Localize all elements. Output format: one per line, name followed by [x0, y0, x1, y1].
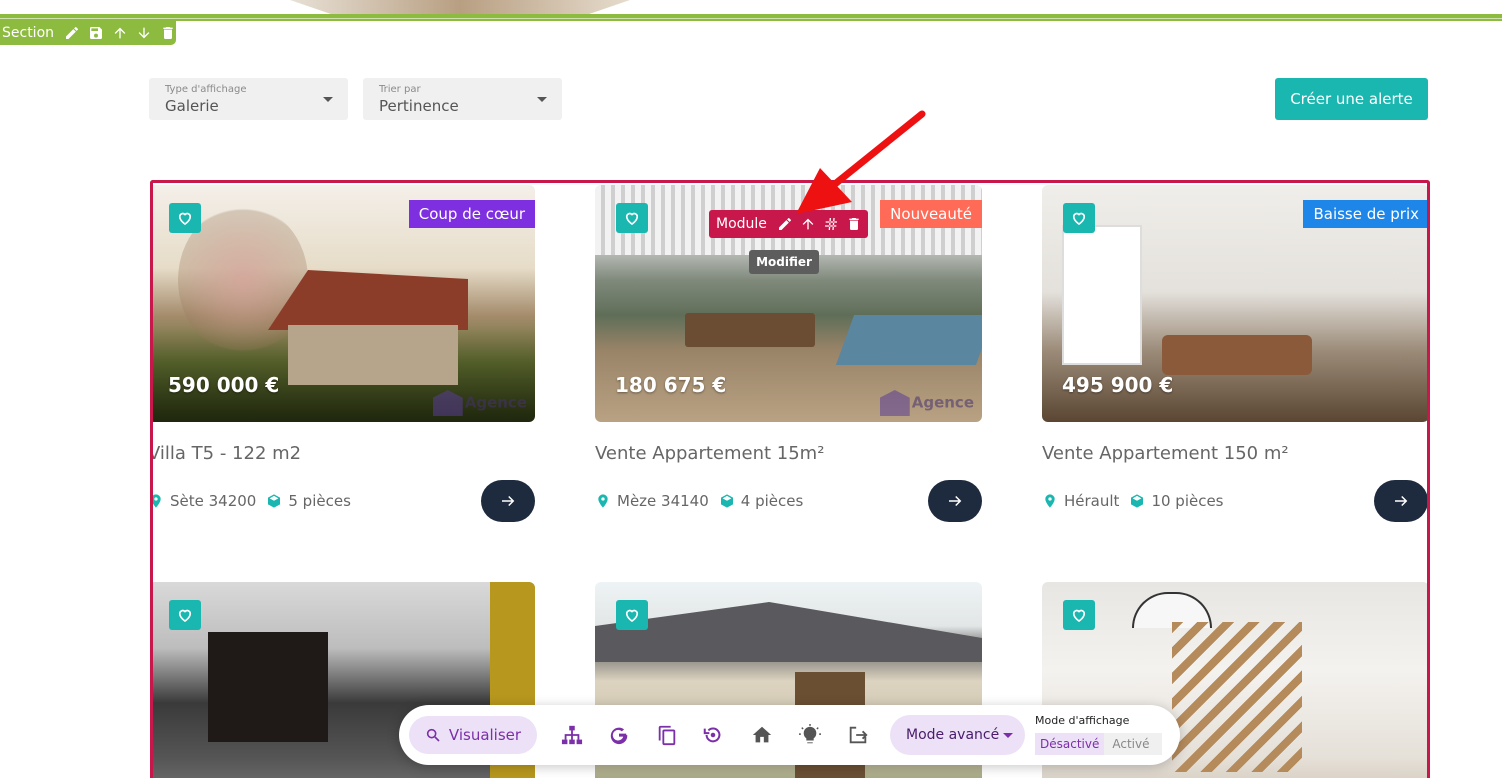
pencil-icon[interactable] [64, 25, 80, 41]
listing-location: Mèze 34140 [617, 492, 709, 510]
listing-location: Hérault [1064, 492, 1120, 510]
listing-image[interactable]: Coup de cœur 590 000 € Agence [153, 185, 535, 422]
display-mode-label: Mode d'affichage [1035, 714, 1130, 727]
arrow-right-icon [502, 495, 515, 507]
trash-icon[interactable] [160, 25, 176, 41]
listing-title[interactable]: Villa T5 - 122 m2 [153, 443, 301, 464]
listing-location: Sète 34200 [170, 492, 257, 510]
listing-rooms: 4 pièces [740, 492, 804, 510]
display-mode-toggle: Mode d'affichage Désactivé Activé [1035, 714, 1163, 755]
listing-meta: Mèze 34140 4 pièces [595, 490, 803, 512]
favorite-heart-icon[interactable] [169, 600, 201, 630]
chevron-down-icon [537, 97, 547, 102]
advanced-mode-dropdown[interactable]: Mode avancé [890, 715, 1025, 755]
favorite-heart-icon[interactable] [616, 203, 648, 233]
view-listing-button[interactable] [1374, 480, 1427, 522]
listing-price: 180 675 € [615, 373, 727, 397]
listing-meta: Hérault 10 pièces [1042, 490, 1224, 512]
section-toolbar: Section [0, 21, 176, 45]
listing-image[interactable]: Baisse de prix 495 900 € [1042, 185, 1427, 422]
arrow-up-icon[interactable] [112, 25, 128, 41]
agency-logo-icon [432, 390, 463, 416]
listing-badge: Coup de cœur [408, 200, 535, 228]
chevron-down-icon [323, 97, 333, 102]
history-icon[interactable] [701, 723, 725, 747]
sort-by-select[interactable]: Trier par Pertinence [363, 78, 562, 120]
lightbulb-icon[interactable] [798, 723, 822, 747]
section-label: Section [2, 25, 55, 41]
listing-price: 495 900 € [1062, 373, 1174, 397]
location-pin-icon [153, 494, 161, 508]
cube-icon [720, 494, 733, 508]
listing-price: 590 000 € [168, 373, 280, 397]
agency-logo-icon [879, 390, 910, 416]
annotation-arrow-icon [796, 110, 926, 214]
sort-by-value: Pertinence [379, 97, 459, 115]
cube-icon [1131, 494, 1144, 508]
create-alert-button[interactable]: Créer une alerte [1275, 78, 1428, 120]
edit-tooltip: Modifier [749, 250, 819, 274]
listing-title[interactable]: Vente Appartement 150 m² [1042, 443, 1289, 464]
section-border [0, 14, 1502, 21]
favorite-heart-icon[interactable] [616, 600, 648, 630]
display-type-value: Galerie [165, 97, 219, 115]
sitemap-icon[interactable] [560, 723, 584, 747]
display-mode-on-option[interactable]: Activé [1104, 733, 1163, 755]
display-type-label: Type d'affichage [165, 84, 247, 95]
display-mode-off-option[interactable]: Désactivé [1035, 733, 1105, 755]
arrow-right-icon [1395, 495, 1408, 507]
listing-rooms: 5 pièces [288, 492, 351, 510]
editor-bottom-toolbar: Visualiser Mode avancé Mode d'affichage … [399, 705, 1180, 765]
agency-watermark: Agence [879, 390, 974, 416]
home-icon[interactable] [750, 723, 774, 747]
location-pin-icon [1045, 494, 1055, 508]
arrow-right-icon [949, 495, 962, 507]
cube-icon [268, 494, 281, 508]
save-icon[interactable] [88, 25, 104, 41]
listing-title[interactable]: Vente Appartement 15m² [595, 443, 824, 464]
header-image-edge [290, 0, 630, 14]
display-type-select[interactable]: Type d'affichage Galerie [149, 78, 348, 120]
view-listing-button[interactable] [481, 480, 535, 522]
arrow-down-icon[interactable] [136, 25, 152, 41]
agency-watermark: Agence [432, 390, 527, 416]
location-pin-icon [598, 494, 608, 508]
view-listing-button[interactable] [928, 480, 982, 522]
visualize-button[interactable]: Visualiser [409, 716, 537, 754]
listing-rooms: 10 pièces [1151, 492, 1224, 510]
listing-badge: Baisse de prix [1303, 200, 1427, 228]
listing-meta: Sète 34200 5 pièces [153, 490, 351, 512]
chevron-down-icon [1003, 733, 1013, 738]
favorite-heart-icon[interactable] [1063, 600, 1095, 630]
sort-by-label: Trier par [379, 84, 421, 95]
search-icon [426, 728, 440, 742]
copy-icon[interactable] [655, 723, 679, 747]
favorite-heart-icon[interactable] [169, 203, 201, 233]
module-label: Module [716, 216, 767, 232]
exit-icon[interactable] [846, 723, 870, 747]
google-icon[interactable] [607, 723, 631, 747]
favorite-heart-icon[interactable] [1063, 203, 1095, 233]
